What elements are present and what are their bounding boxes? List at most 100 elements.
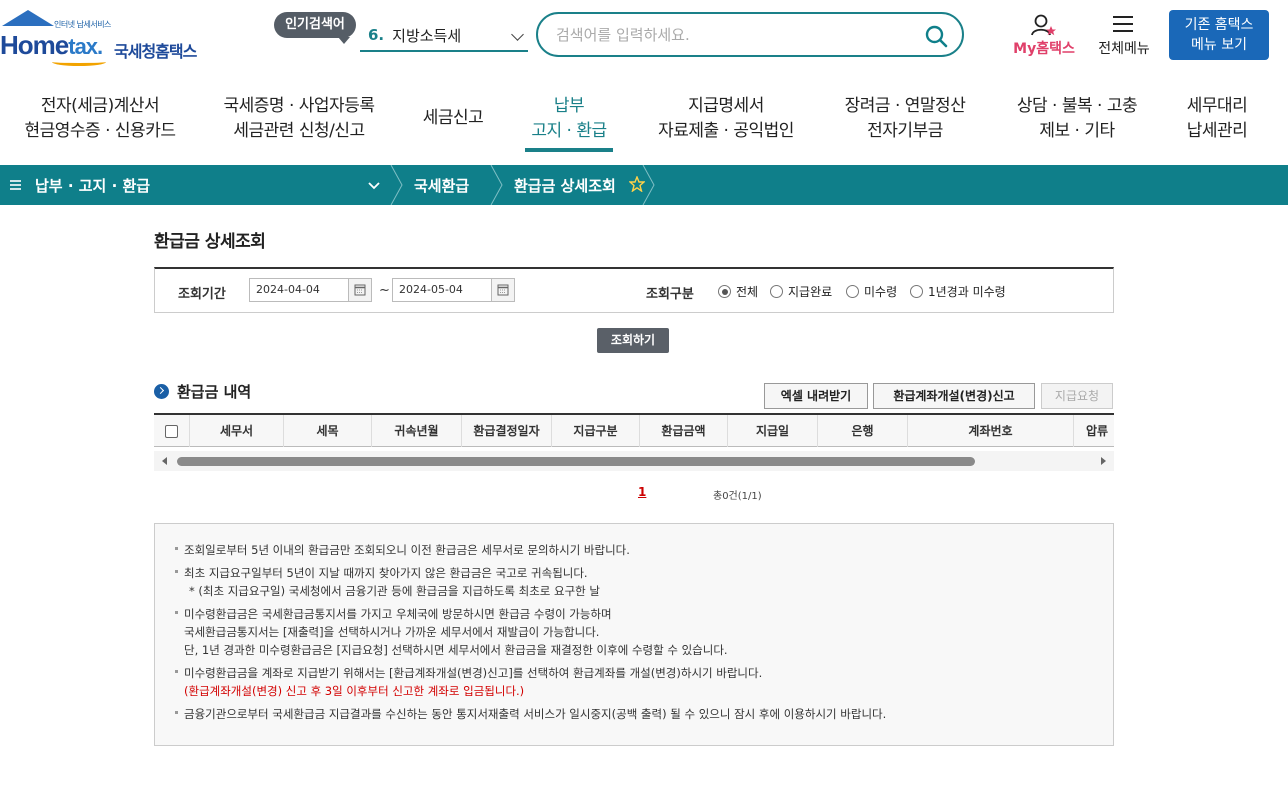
breadcrumb-item-refund[interactable]: 국세환급	[414, 175, 469, 196]
search-icon[interactable]	[924, 24, 948, 48]
gnb-item-line1: 장려금 · 연말정산	[844, 96, 966, 116]
radio-dot	[910, 285, 923, 298]
col-attribution-month[interactable]: 귀속년월	[372, 415, 462, 447]
header: 인터넷 납세서비스 Hometax. 국세청홈택스 인기검색어 6. 지방소득세…	[0, 0, 1288, 78]
col-refund-amount[interactable]: 환급금액	[640, 415, 728, 447]
calendar-to-button[interactable]	[491, 278, 515, 302]
scrollbar-thumb[interactable]	[177, 457, 975, 466]
select-all-checkbox[interactable]	[165, 425, 178, 438]
legacy-menu-line2: 메뉴 보기	[1191, 37, 1247, 53]
table-horizontal-scrollbar[interactable]	[154, 451, 1114, 471]
hometax-logo[interactable]: 인터넷 납세서비스 Hometax. 국세청홈택스	[0, 10, 215, 66]
notice-subitem: * (최초 지급요구일) 국세청에서 금융기관 등에 환급금을 지급하도록 최초…	[189, 584, 600, 598]
date-to-input[interactable]: 2024-05-04	[392, 278, 492, 302]
col-payment-date[interactable]: 지급일	[728, 415, 818, 447]
my-hometax-label: My홈택스	[1013, 41, 1075, 57]
notice-box: 조회일로부터 5년 이내의 환급금만 조회되오니 이전 환급금은 세무서로 문의…	[154, 523, 1114, 746]
notice-text: 국세환급금통지서는 [재출력]을 선택하시거나 가까운 세무서에서 재발급이 가…	[184, 625, 600, 639]
gnb-item-line2: 현금영수증 · 신용카드	[24, 121, 176, 141]
all-menu-label: 전체메뉴	[1098, 41, 1150, 57]
breadcrumb-separator-icon	[390, 165, 403, 205]
gnb-item-incentive[interactable]: 장려금 · 연말정산 전자기부금	[832, 94, 978, 144]
gnb-item-tax-return[interactable]: 세금신고	[408, 106, 498, 131]
gnb-item-line2: 세금관련 신청/신고	[233, 121, 365, 141]
gnb-item-certificate[interactable]: 국세증명 · 사업자등록 세금관련 신청/신고	[212, 94, 386, 144]
calendar-icon	[354, 284, 366, 296]
hamburger-icon	[1113, 16, 1133, 32]
scroll-right-icon[interactable]	[1101, 457, 1106, 465]
notice-text: 미수령환급금을 계좌로 지급받기 위해서는 [환급계좌개설(변경)신고]를 선택…	[184, 666, 763, 680]
notice-text: 금융기관으로부터 국세환급금 지급결과를 수신하는 동안 통지서재출력 서비스가…	[184, 707, 887, 721]
radio-all[interactable]: 전체	[718, 283, 758, 300]
notice-text: 단, 1년 경과한 미수령환급금은 [지급요청] 선택하시면 세무서에서 환급금…	[184, 643, 728, 657]
my-hometax-button[interactable]: My홈택스	[1008, 12, 1080, 60]
notice-item: 미수령환급금은 국세환급금통지서를 가지고 우체국에 방문하시면 환급금 수령이…	[175, 605, 612, 623]
payment-request-button[interactable]: 지급요청	[1041, 383, 1113, 409]
bullet-icon	[175, 570, 178, 573]
notice-text: 미수령환급금은 국세환급금통지서를 가지고 우체국에 방문하시면 환급금 수령이…	[184, 607, 612, 621]
search-input[interactable]	[556, 24, 916, 46]
excel-download-button[interactable]: 엑셀 내려받기	[764, 383, 868, 409]
scroll-left-icon[interactable]	[162, 457, 167, 465]
notice-text: 조회일로부터 5년 이내의 환급금만 조회되오니 이전 환급금은 세무서로 문의…	[184, 543, 630, 557]
calendar-icon	[497, 284, 509, 296]
gnb-item-line1: 지급명세서	[688, 96, 764, 116]
radio-dot	[770, 285, 783, 298]
gnb-active-indicator	[525, 148, 613, 152]
popular-keyword-tag: 인기검색어	[274, 12, 356, 44]
notice-warning: (환급계좌개설(변경) 신고 후 3일 이후부터 신고한 계좌로 입금됩니다.)	[184, 684, 525, 698]
gnb-item-tax-agent[interactable]: 세무대리 납세관리	[1176, 94, 1258, 144]
bullet-icon	[175, 711, 178, 714]
select-all-cell	[154, 415, 190, 447]
radio-paid[interactable]: 지급완료	[770, 283, 832, 300]
col-tax-item[interactable]: 세목	[284, 415, 372, 447]
logo-swoosh-icon	[52, 58, 106, 66]
radio-unclaimed[interactable]: 미수령	[846, 283, 897, 300]
all-menu-button[interactable]: 전체메뉴	[1092, 12, 1156, 60]
user-icon	[1031, 14, 1056, 36]
date-from-input[interactable]: 2024-04-04	[249, 278, 349, 302]
legacy-menu-button[interactable]: 기존 홈택스 메뉴 보기	[1169, 10, 1269, 60]
calendar-from-button[interactable]	[348, 278, 372, 302]
pagination-page-1[interactable]: 1	[638, 485, 646, 499]
breadcrumb-menu-label: 납부 · 고지 · 환급	[35, 177, 151, 195]
bullet-icon	[175, 611, 178, 614]
refund-list-title-text: 환급금 내역	[177, 383, 252, 401]
col-tax-office[interactable]: 세무서	[190, 415, 284, 447]
logo-wordmark: Hometax.	[0, 30, 103, 61]
refund-list-title: 환급금 내역	[154, 381, 251, 402]
radio-label: 미수령	[864, 285, 898, 299]
notice-item: 미수령환급금을 계좌로 지급받기 위해서는 [환급계좌개설(변경)신고]를 선택…	[175, 664, 762, 682]
col-bank[interactable]: 은행	[818, 415, 908, 447]
gnb-item-payment[interactable]: 납부 고지 · 환급	[525, 94, 613, 152]
logo-roof-icon	[2, 10, 54, 26]
radio-label: 1년경과 미수령	[928, 285, 1006, 299]
col-seizure[interactable]: 압류	[1074, 415, 1114, 447]
gnb-item-line2: 제보 · 기타	[1039, 121, 1115, 141]
notice-item: 조회일로부터 5년 이내의 환급금만 조회되오니 이전 환급금은 세무서로 문의…	[175, 541, 630, 559]
breadcrumb-item-current: 환급금 상세조회	[514, 177, 616, 195]
bullet-icon	[175, 547, 178, 550]
breadcrumb: 납부 · 고지 · 환급 국세환급 환급금 상세조회	[0, 165, 1288, 205]
pagination-total: 총0건(1/1)	[713, 491, 762, 502]
logo-home-text: Home	[0, 30, 69, 60]
gnb-item-line2: 고지 · 환급	[531, 121, 607, 141]
radio-unclaimed-1yr[interactable]: 1년경과 미수령	[910, 283, 1006, 300]
search-box	[536, 12, 964, 57]
notice-item: 최초 지급요구일부터 5년이 지날 때까지 찾아가지 않은 환급금은 국고로 귀…	[175, 564, 588, 582]
chevron-down-icon	[511, 28, 524, 41]
logo-tagline: 인터넷 납세서비스	[54, 20, 111, 29]
gnb-item-consult[interactable]: 상담 · 불복 · 고충 제보 · 기타	[1005, 94, 1149, 144]
col-decision-date[interactable]: 환급결정일자	[462, 415, 552, 447]
refund-table-header: 세무서 세목 귀속년월 환급결정일자 지급구분 환급금액 지급일 은행 계좌번호…	[154, 413, 1114, 447]
refund-account-button[interactable]: 환급계좌개설(변경)신고	[873, 383, 1035, 409]
gnb-item-statement[interactable]: 지급명세서 자료제출 · 공익법인	[645, 94, 807, 144]
popular-keyword-select[interactable]: 6. 지방소득세	[360, 20, 528, 52]
gnb-item-e-invoice[interactable]: 전자(세금)계산서 현금영수증 · 신용카드	[10, 94, 190, 144]
popular-keyword-text: 지방소득세	[392, 26, 462, 45]
col-payment-type[interactable]: 지급구분	[552, 415, 640, 447]
gnb-item-line2: 자료제출 · 공익법인	[658, 121, 794, 141]
radio-dot-selected	[718, 285, 731, 298]
search-submit-button[interactable]: 조회하기	[597, 328, 669, 353]
col-account-number[interactable]: 계좌번호	[908, 415, 1074, 447]
